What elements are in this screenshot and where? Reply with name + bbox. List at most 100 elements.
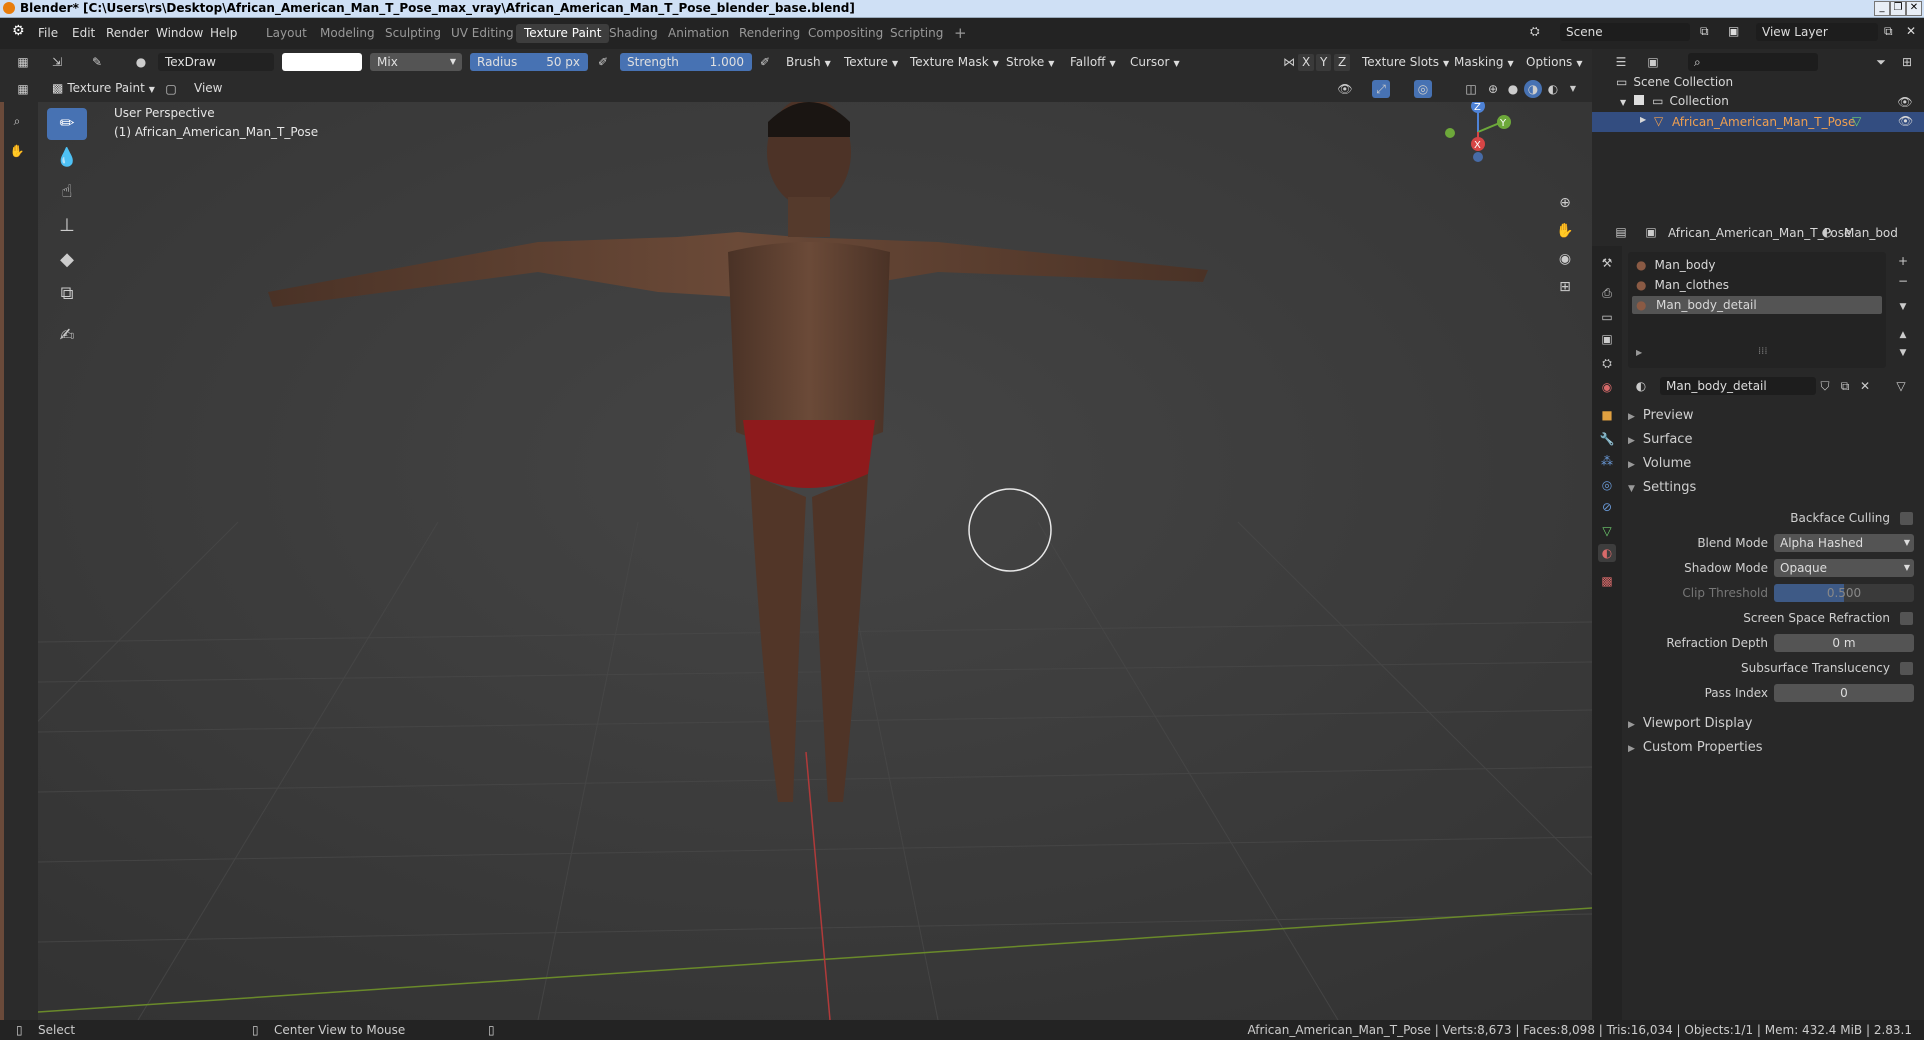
radius-pressure-icon[interactable]: ✐ [594, 53, 612, 71]
material-name-field[interactable]: Man_body_detail [1660, 377, 1816, 395]
display-mode-icon[interactable]: ▣ [1644, 53, 1662, 71]
mode-dropdown[interactable]: ▩ Texture Paint ▼ [48, 80, 159, 97]
fake-user-icon[interactable]: ⛉ [1816, 377, 1834, 395]
mirror-z-toggle[interactable]: Z [1334, 54, 1351, 71]
particles-tab-icon[interactable]: ⁂ [1598, 452, 1616, 470]
move-slot-up-button[interactable]: ▲ [1894, 326, 1912, 344]
options-dropdown[interactable]: Options ▼ [1522, 54, 1586, 71]
outliner-scene-collection[interactable]: ▭ Scene Collection [1616, 75, 1733, 89]
tab-texture-paint[interactable]: Texture Paint [516, 24, 610, 43]
overlay-toggle-icon[interactable]: ◎ [1414, 80, 1432, 98]
pass-index-field[interactable]: 0 [1774, 684, 1914, 702]
view-menu[interactable]: View [190, 80, 226, 97]
material-slot-item[interactable]: ● Man_body [1636, 258, 1715, 272]
settings-panel-header[interactable]: ▼ Settings [1628, 480, 1696, 495]
subsurface-translucency-checkbox[interactable] [1900, 662, 1913, 675]
blend-mode-dropdown[interactable]: Mix ▼ [370, 53, 462, 71]
scene-browse-icon[interactable]: ⛭ [1530, 24, 1540, 39]
editor-type-icon[interactable]: ▦ [14, 53, 32, 71]
tab-sculpting[interactable]: Sculpting [377, 24, 449, 43]
duplicate-material-icon[interactable]: ⧉ [1836, 377, 1854, 395]
visibility-icon[interactable]: 👁 [1336, 80, 1354, 98]
collection-visibility-icon[interactable]: 👁 [1896, 93, 1914, 111]
tool-tab-icon[interactable]: ⚒ [1598, 254, 1616, 272]
brush-color-swatch[interactable] [282, 53, 362, 71]
solid-shading-icon[interactable]: ● [1504, 80, 1522, 98]
remove-view-layer-icon[interactable]: ✕ [1906, 24, 1916, 38]
zoom-view-icon[interactable]: ⊕ [1556, 194, 1574, 212]
outliner-search-input[interactable]: ⌕ [1688, 53, 1818, 71]
menu-help[interactable]: Help [210, 26, 237, 40]
minimize-window-button[interactable]: _ [1874, 1, 1890, 16]
clip-threshold-slider[interactable]: 0.500 [1774, 584, 1914, 602]
physics-tab-icon[interactable]: ◎ [1598, 476, 1616, 494]
wireframe-shading-icon[interactable]: ⊕ [1484, 80, 1502, 98]
material-link-icon[interactable]: ▽ [1892, 377, 1910, 395]
zoom-tool-icon[interactable]: ⌕ [8, 112, 26, 130]
outliner-editor-icon[interactable]: ☰ [1612, 53, 1630, 71]
smear-tool-icon[interactable]: ☝ [47, 176, 87, 208]
material-slot-item[interactable]: ● Man_clothes [1636, 278, 1729, 292]
new-view-layer-icon[interactable]: ⧉ [1884, 24, 1893, 39]
material-slot-item-selected[interactable]: ● Man_body_detail [1632, 296, 1882, 314]
outliner-collection[interactable]: ▼ ▭ Collection [1620, 94, 1729, 108]
add-material-slot-button[interactable]: + [1894, 252, 1912, 270]
gizmo-toggle-icon[interactable]: ⤢ [1372, 80, 1390, 98]
texture-slots-dropdown[interactable]: Texture Slots ▼ [1358, 54, 1453, 71]
close-window-button[interactable]: ✕ [1906, 1, 1922, 16]
tab-rendering[interactable]: Rendering [731, 24, 808, 43]
material-preview-shading-icon[interactable]: ◑ [1524, 80, 1542, 98]
view-layer-field[interactable]: View Layer [1756, 23, 1878, 41]
texture-mask-dropdown[interactable]: Texture Mask ▼ [906, 54, 1003, 71]
object-visibility-icon[interactable]: 👁 [1898, 114, 1913, 128]
surface-panel-header[interactable]: ▶ Surface [1628, 432, 1692, 447]
object-expand-icon[interactable]: ▶ [1640, 115, 1646, 124]
texture-dropdown[interactable]: Texture ▼ [840, 54, 902, 71]
new-collection-icon[interactable]: ⊞ [1898, 53, 1916, 71]
mask-tool-icon[interactable]: ⧉ [47, 278, 87, 310]
tab-uv-editing[interactable]: UV Editing [443, 24, 522, 43]
tab-animation[interactable]: Animation [660, 24, 737, 43]
collection-expand-icon[interactable]: ▼ [1620, 98, 1626, 107]
tab-compositing[interactable]: Compositing [800, 24, 891, 43]
shading-options-icon[interactable]: ▼ [1564, 80, 1582, 98]
outliner-object-row[interactable]: ▶ ▽ African_American_Man_T_Pose ▽ 👁 [1592, 112, 1924, 132]
symmetry-icon[interactable]: ⋈ [1280, 53, 1298, 71]
clone-tool-icon[interactable]: ⊥ [47, 210, 87, 242]
menu-render[interactable]: Render [106, 26, 149, 40]
menu-file[interactable]: File [38, 26, 58, 40]
material-slot-list[interactable]: ● Man_body ● Man_clothes ● Man_body_detail … [1628, 252, 1886, 368]
mirror-x-toggle[interactable]: X [1298, 54, 1315, 71]
unlink-material-icon[interactable]: ✕ [1856, 377, 1874, 395]
tab-shading[interactable]: Shading [601, 24, 666, 43]
browse-material-icon[interactable]: ◐ [1632, 377, 1650, 395]
falloff-dropdown[interactable]: Falloff ▼ [1066, 54, 1120, 71]
object-tab-icon[interactable]: ■ [1598, 406, 1616, 424]
viewport-display-panel-header[interactable]: ▶ Viewport Display [1628, 716, 1752, 731]
scene-name-field[interactable]: Scene [1560, 23, 1690, 41]
soften-tool-icon[interactable]: 💧 [47, 142, 87, 174]
remove-material-slot-button[interactable]: − [1894, 272, 1912, 290]
menu-window[interactable]: Window [156, 26, 203, 40]
strength-pressure-icon[interactable]: ✐ [756, 53, 774, 71]
pan-view-icon[interactable]: ✋ [1556, 222, 1574, 240]
brush-preview-icon[interactable]: ● [132, 53, 150, 71]
menu-edit[interactable]: Edit [72, 26, 95, 40]
shadow-mode-select[interactable]: Opaque ▼ [1774, 559, 1914, 577]
output-tab-icon[interactable]: ▭ [1598, 308, 1616, 326]
masking-dropdown[interactable]: Masking ▼ [1450, 54, 1518, 71]
new-scene-icon[interactable]: ⧉ [1700, 24, 1709, 39]
scene-tab-icon[interactable]: ⛭ [1598, 354, 1616, 372]
brush-dropdown[interactable]: Brush ▼ [782, 54, 835, 71]
navigation-gizmo[interactable]: Z Y X [1428, 102, 1518, 172]
fill-tool-icon[interactable]: ◆ [47, 244, 87, 276]
mirror-y-toggle[interactable]: Y [1316, 54, 1332, 71]
world-tab-icon[interactable]: ◉ [1598, 378, 1616, 396]
tab-scripting[interactable]: Scripting [882, 24, 951, 43]
preview-panel-header[interactable]: ▶ Preview [1628, 408, 1694, 423]
cursor-dropdown[interactable]: Cursor ▼ [1126, 54, 1184, 71]
radius-slider[interactable]: Radius 50 px [470, 53, 588, 71]
resize-handle-icon[interactable]: ⁞⁞⁞ [1758, 346, 1768, 357]
restore-window-button[interactable]: ❐ [1890, 1, 1906, 16]
stroke-dropdown[interactable]: Stroke ▼ [1002, 54, 1058, 71]
